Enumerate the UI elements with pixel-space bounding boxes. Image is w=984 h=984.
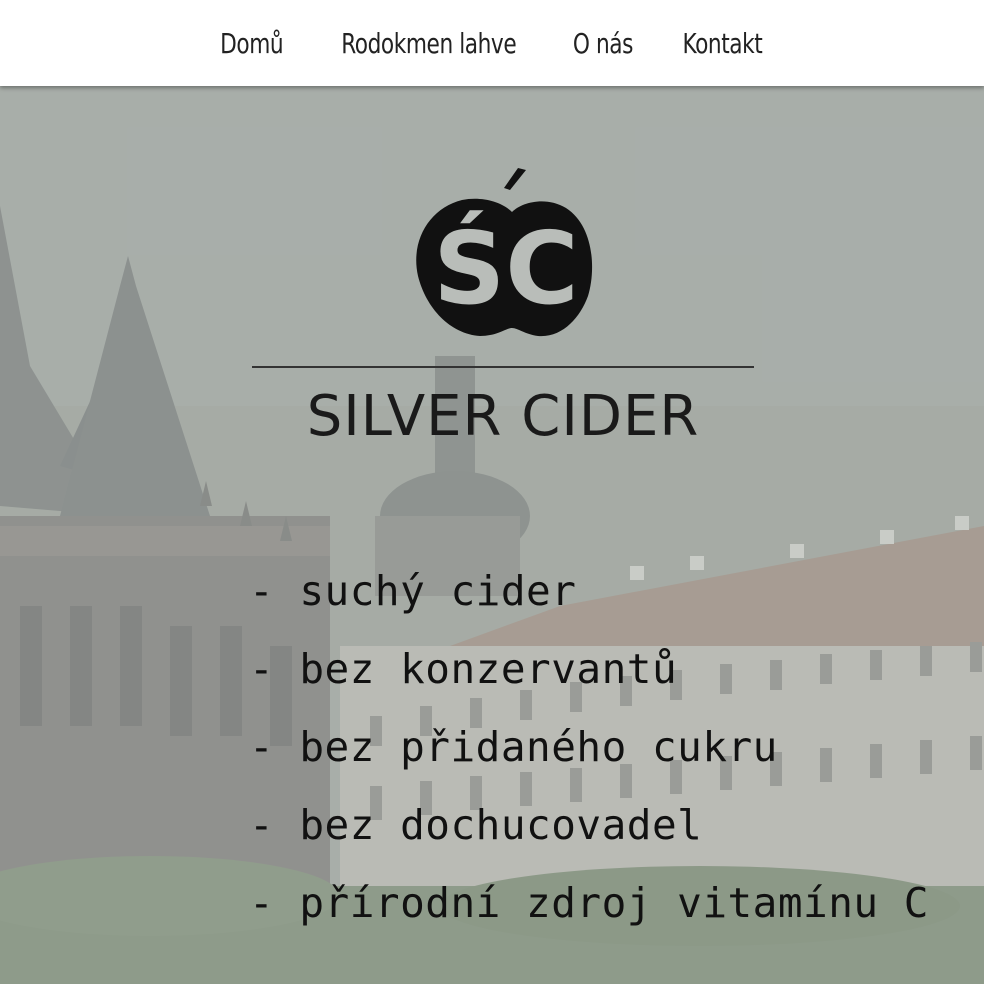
feature-item-dry: - suchý cider (249, 567, 577, 615)
feature-list: - suchý cider - bez konzervantů - bez př… (249, 560, 929, 950)
nav-link-bottle-pedigree[interactable]: Rodokmen lahve (341, 27, 516, 60)
nav-link-contact[interactable]: Kontakt (682, 27, 762, 60)
feature-item-no-added-sugar: - bez přidaného cukru (249, 723, 778, 771)
top-navbar: Domů Rodokmen lahve O nás Kontakt (0, 0, 984, 86)
feature-item-no-flavorings: - bez dochucovadel (249, 801, 703, 849)
main-navigation: Domů Rodokmen lahve O nás Kontakt (0, 0, 984, 86)
feature-item-no-preservatives: - bez konzervantů (249, 645, 678, 693)
feature-item-vitamin-c: - přírodní zdroj vitamínu C (249, 879, 929, 927)
logo-monogram: ŚC (433, 210, 578, 327)
nav-link-home[interactable]: Domů (220, 27, 283, 60)
brand-name: SILVER CIDER (306, 384, 700, 449)
nav-link-about[interactable]: O nás (573, 27, 634, 60)
